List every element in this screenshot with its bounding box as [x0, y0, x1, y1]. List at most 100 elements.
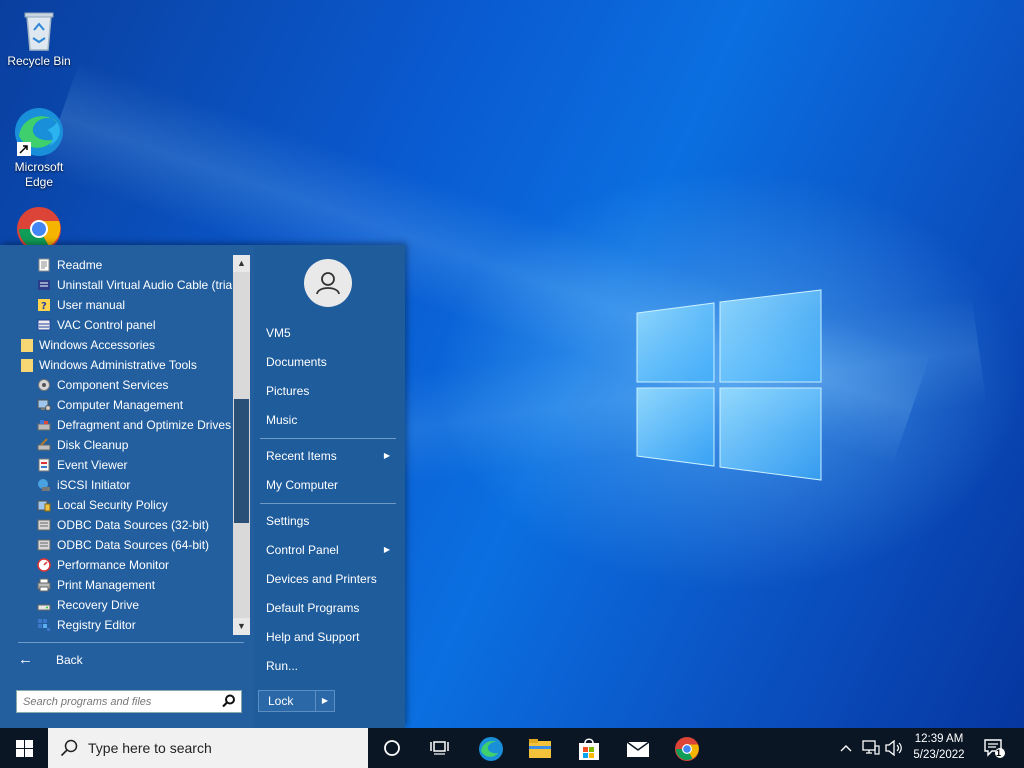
run-label: Run... — [266, 659, 299, 673]
program-item-user-manual[interactable]: ? User manual — [0, 295, 232, 315]
start-menu: Readme Uninstall Virtual Audio Cable (tr… — [0, 245, 405, 728]
taskbar-search-box[interactable]: Type here to search — [48, 728, 368, 768]
taskbar-clock[interactable]: 12:39 AM 5/23/2022 — [905, 731, 973, 763]
svg-text:?: ? — [41, 301, 47, 312]
settings-link[interactable]: Settings — [266, 511, 396, 531]
program-folder-windows-administrative-tools[interactable]: Windows Administrative Tools — [0, 355, 232, 375]
run-link[interactable]: Run... — [266, 656, 396, 676]
program-label: VAC Control panel — [57, 318, 156, 332]
documents-label: Documents — [266, 355, 327, 369]
task-view-button[interactable] — [416, 728, 464, 768]
program-label: Print Management — [57, 578, 156, 592]
desktop-icon-recycle-bin[interactable]: Recycle Bin — [1, 8, 77, 69]
document-icon — [38, 258, 50, 272]
default-programs-link[interactable]: Default Programs — [266, 598, 396, 618]
performance-monitor-icon — [37, 558, 51, 572]
recent-items-label: Recent Items — [266, 449, 337, 463]
program-label: Local Security Policy — [57, 498, 168, 512]
program-item-odbc-32[interactable]: ODBC Data Sources (32-bit) — [0, 515, 232, 535]
back-arrow-icon: ← — [18, 651, 33, 668]
program-item-component-services[interactable]: Component Services — [0, 375, 232, 395]
cortana-button[interactable] — [368, 728, 416, 768]
odbc-icon — [37, 539, 51, 551]
documents-link[interactable]: Documents — [266, 352, 396, 372]
windows-logo — [636, 289, 822, 481]
pictures-link[interactable]: Pictures — [266, 381, 396, 401]
start-search-input[interactable] — [23, 693, 213, 710]
program-item-defragment[interactable]: Defragment and Optimize Drives — [0, 415, 232, 435]
uninstall-icon — [38, 280, 50, 290]
program-label: Windows Accessories — [39, 338, 156, 352]
power-options-arrow[interactable]: ▶ — [315, 690, 335, 712]
program-label: ODBC Data Sources (32-bit) — [57, 518, 210, 532]
program-item-registry-editor[interactable]: Registry Editor — [0, 615, 232, 635]
taskbar-edge[interactable] — [466, 728, 514, 768]
program-label: Uninstall Virtual Audio Cable (trial) — [57, 278, 232, 292]
program-item-uninstall-vac[interactable]: Uninstall Virtual Audio Cable (trial) — [0, 275, 232, 295]
program-item-local-security-policy[interactable]: Local Security Policy — [0, 495, 232, 515]
iscsi-icon — [38, 479, 50, 491]
program-item-print-management[interactable]: Print Management — [0, 575, 232, 595]
program-item-disk-cleanup[interactable]: Disk Cleanup — [0, 435, 232, 455]
recovery-drive-icon — [37, 604, 51, 611]
devices-printers-link[interactable]: Devices and Printers — [266, 569, 396, 589]
program-item-recovery-drive[interactable]: Recovery Drive — [0, 595, 232, 615]
programs-list: Readme Uninstall Virtual Audio Cable (tr… — [0, 255, 232, 639]
scroll-up-arrow[interactable]: ▲ — [233, 255, 250, 272]
search-icon — [60, 739, 78, 757]
component-services-icon — [38, 379, 50, 391]
taskbar-file-explorer[interactable] — [515, 728, 563, 768]
program-label: Defragment and Optimize Drives — [57, 418, 232, 432]
programs-scrollbar[interactable]: ▲ ▼ — [233, 255, 250, 635]
action-center-button[interactable]: 1 — [980, 728, 1010, 768]
default-programs-label: Default Programs — [266, 601, 360, 615]
scrollbar-thumb[interactable] — [234, 399, 249, 523]
program-folder-windows-accessories[interactable]: Windows Accessories — [0, 335, 232, 355]
chevron-up-icon — [840, 745, 852, 752]
program-item-odbc-64[interactable]: ODBC Data Sources (64-bit) — [0, 535, 232, 555]
show-hidden-icons-button[interactable] — [836, 728, 856, 768]
odbc-icon — [37, 519, 51, 531]
taskbar: Type here to search 12:39 AM 5/23/2022 1 — [0, 728, 1024, 768]
folder-icon — [21, 359, 33, 372]
program-item-vac-control-panel[interactable]: VAC Control panel — [0, 315, 232, 335]
program-item-event-viewer[interactable]: Event Viewer — [0, 455, 232, 475]
user-avatar[interactable] — [304, 259, 352, 307]
control-panel-label: Control Panel — [266, 543, 339, 557]
taskbar-chrome[interactable] — [662, 728, 710, 768]
vac-icon — [37, 319, 51, 331]
settings-label: Settings — [266, 514, 310, 528]
program-label: iSCSI Initiator — [57, 478, 131, 492]
desktop-icon-edge[interactable]: Microsoft Edge — [1, 106, 77, 190]
program-item-computer-management[interactable]: Computer Management — [0, 395, 232, 415]
taskbar-search-placeholder: Type here to search — [88, 740, 212, 756]
my-computer-link[interactable]: My Computer — [266, 475, 396, 495]
network-button[interactable] — [860, 728, 882, 768]
music-link[interactable]: Music — [266, 410, 396, 430]
program-item-iscsi-initiator[interactable]: iSCSI Initiator — [0, 475, 232, 495]
scroll-down-arrow[interactable]: ▼ — [233, 618, 250, 635]
user-name-link[interactable]: VM5 — [266, 323, 396, 343]
start-button[interactable] — [0, 728, 48, 768]
music-label: Music — [266, 413, 298, 427]
security-policy-icon — [37, 500, 51, 512]
program-item-readme[interactable]: Readme — [0, 255, 232, 275]
program-label: Disk Cleanup — [57, 438, 129, 452]
control-panel-link[interactable]: Control Panel ▶ — [266, 540, 396, 560]
lock-label: Lock — [268, 694, 294, 708]
taskbar-store[interactable] — [564, 728, 612, 768]
program-item-performance-monitor[interactable]: Performance Monitor — [0, 555, 232, 575]
back-label: Back — [56, 653, 83, 667]
file-explorer-icon — [529, 739, 551, 758]
program-label: ODBC Data Sources (64-bit) — [57, 538, 210, 552]
start-search-box[interactable] — [16, 690, 242, 713]
cortana-icon — [384, 740, 400, 756]
right-pane-divider — [260, 503, 396, 504]
start-menu-programs-pane: Readme Uninstall Virtual Audio Cable (tr… — [0, 245, 254, 728]
recent-items-link[interactable]: Recent Items ▶ — [266, 446, 396, 466]
volume-button[interactable] — [883, 728, 905, 768]
lock-button[interactable]: Lock — [258, 690, 316, 712]
help-support-link[interactable]: Help and Support — [266, 627, 396, 647]
network-icon — [862, 740, 880, 755]
taskbar-mail[interactable] — [613, 728, 661, 768]
